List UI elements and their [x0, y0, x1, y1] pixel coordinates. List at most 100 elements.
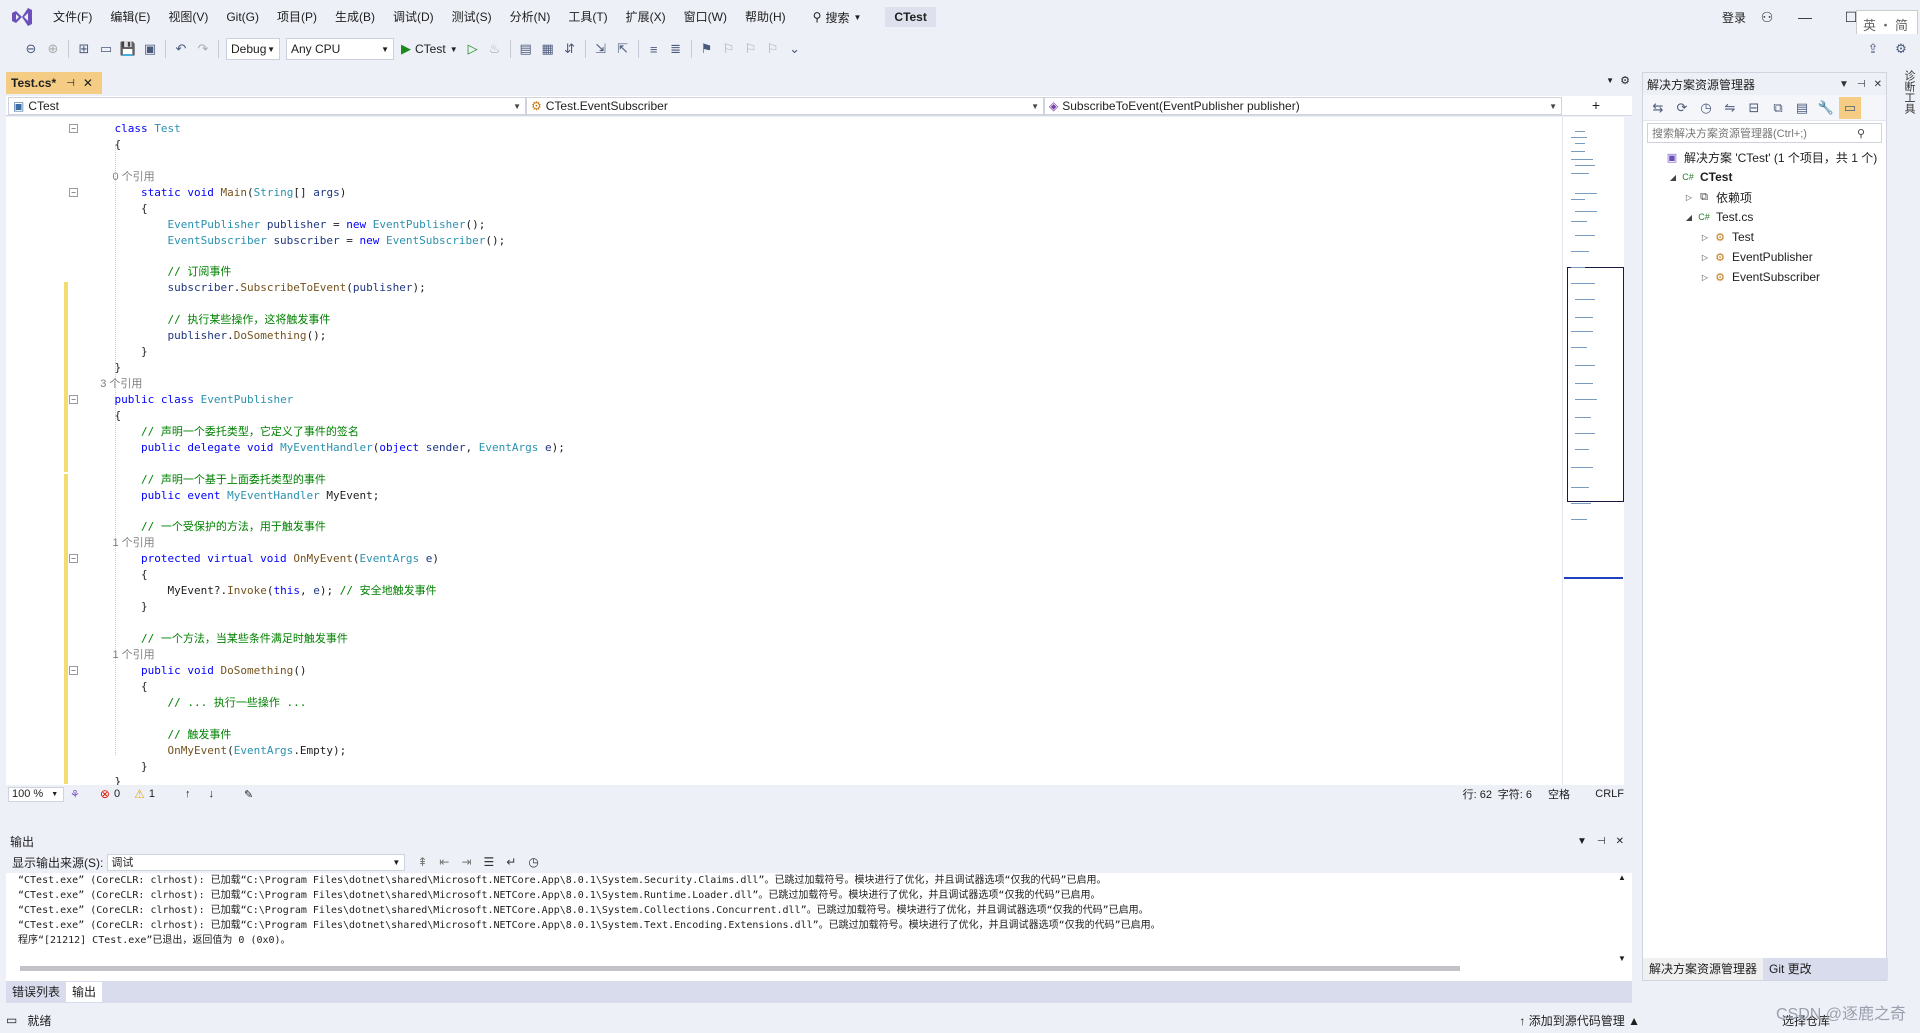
health-icon[interactable]: ⚘ — [70, 788, 80, 801]
notification-icon[interactable]: ▭ — [6, 1013, 17, 1027]
menu-extensions[interactable]: 扩展(X) — [617, 0, 675, 34]
scroll-down-icon[interactable]: ▼ — [1618, 954, 1626, 963]
output-source-select[interactable]: 调试 ▼ — [107, 853, 406, 871]
collapse-all-icon[interactable]: ⊟ — [1743, 97, 1765, 119]
open-file-icon[interactable]: ▭ — [95, 38, 117, 60]
tree-item[interactable]: ▷ ⚙ EventSubscriber — [1643, 267, 1886, 287]
start-debugging-button[interactable]: ▶ CTest ▼ — [397, 41, 462, 57]
close-icon[interactable]: ✕ — [83, 76, 93, 90]
menu-file[interactable]: 文件(F) — [44, 0, 101, 34]
menu-build[interactable]: 生成(B) — [326, 0, 384, 34]
collapse-icon[interactable]: ◢ — [1683, 213, 1695, 222]
login-link[interactable]: 登录 — [1722, 9, 1746, 26]
navigate-forward-icon[interactable]: ⊕ — [42, 38, 64, 60]
step-icon[interactable]: ⇲ — [590, 38, 612, 60]
next-message-icon[interactable]: ⇥ — [461, 855, 471, 869]
tab-solution-explorer[interactable]: 解决方案资源管理器 — [1643, 958, 1764, 980]
hot-reload-icon[interactable]: ♨ — [484, 38, 506, 60]
scrollbar-thumb[interactable] — [20, 966, 1460, 971]
save-icon[interactable]: 💾 — [117, 38, 139, 60]
collapse-region-icon[interactable]: − — [69, 187, 78, 197]
sync-icon[interactable]: ⟳ — [1671, 97, 1693, 119]
menu-analyze[interactable]: 分析(N) — [501, 0, 560, 34]
line-ending-indicator[interactable]: CRLF — [1595, 788, 1624, 800]
pending-changes-icon[interactable]: ⇋ — [1719, 97, 1741, 119]
expand-icon[interactable]: ▷ — [1699, 273, 1711, 282]
platform-select[interactable]: Any CPU ▼ — [286, 38, 394, 60]
properties-icon[interactable]: 🔧 — [1815, 97, 1837, 119]
collapse-icon[interactable]: ◢ — [1667, 173, 1679, 182]
error-count[interactable]: ⊗ 0 — [100, 787, 120, 801]
history-icon[interactable]: ◷ — [1695, 97, 1717, 119]
feedback-icon[interactable]: ⚙ — [1890, 38, 1912, 60]
previous-issue-icon[interactable]: ↑ — [185, 788, 191, 800]
member-dropdown[interactable]: ◈ SubscribeToEvent(EventPublisher publis… — [1044, 97, 1562, 115]
add-to-source-control-button[interactable]: ↑ 添加到源代码管理 ▲ — [1519, 1012, 1640, 1029]
account-icon[interactable]: ⚇ — [1752, 0, 1782, 34]
undo-icon[interactable]: ↶ — [170, 38, 192, 60]
layout-icon[interactable]: ▦ — [537, 38, 559, 60]
whitespace-indicator[interactable]: 空格 — [1548, 786, 1570, 802]
line-indicator[interactable]: 行: 62 — [1463, 786, 1492, 802]
warning-count[interactable]: ⚠ 1 — [134, 787, 155, 801]
settings-gear-icon[interactable]: ⚙ — [1620, 74, 1630, 87]
output-vertical-scrollbar[interactable]: ▲ ▼ — [1618, 873, 1630, 963]
tab-error-list[interactable]: 错误列表 — [6, 982, 66, 1002]
switch-views-icon[interactable]: ⇆ — [1647, 97, 1669, 119]
redo-icon[interactable]: ↷ — [192, 38, 214, 60]
bookmark-icon[interactable]: ⚑ — [696, 38, 718, 60]
tab-output[interactable]: 输出 — [66, 982, 103, 1002]
expand-icon[interactable]: ▷ — [1699, 253, 1711, 262]
filter-icon[interactable]: ▤ — [1791, 97, 1813, 119]
reference-count[interactable]: 1 个引用 — [88, 537, 154, 549]
start-without-debugging-icon[interactable]: ▷ — [462, 38, 484, 60]
tree-item[interactable]: ◢ C# Test.cs — [1643, 207, 1886, 227]
browse-folder-icon[interactable]: ▤ — [515, 38, 537, 60]
menu-help[interactable]: 帮助(H) — [736, 0, 795, 34]
solution-search-input[interactable]: 搜索解决方案资源管理器(Ctrl+;) ⚲ — [1647, 123, 1882, 143]
visual-studio-logo-icon[interactable] — [0, 0, 44, 34]
save-all-icon[interactable]: ▣ — [139, 38, 161, 60]
menu-view[interactable]: 视图(V) — [159, 0, 217, 34]
uncomment-icon[interactable]: ≣ — [665, 38, 687, 60]
menu-test[interactable]: 测试(S) — [443, 0, 501, 34]
zoom-select[interactable]: 100 % ▼ — [8, 786, 64, 802]
toggle-icon[interactable]: ⇵ — [559, 38, 581, 60]
pin-icon[interactable]: ⊣ — [66, 78, 75, 89]
clear-all-icon[interactable]: ☰ — [484, 855, 495, 869]
toolbar-overflow-icon[interactable]: ⌄ — [784, 38, 806, 60]
word-wrap-icon[interactable]: ↵ — [506, 855, 516, 869]
minimize-button[interactable]: — — [1782, 0, 1828, 34]
collapse-region-icon[interactable]: − — [69, 394, 78, 404]
code-cleanup-icon[interactable]: ✎ — [244, 788, 253, 801]
live-share-icon[interactable]: ⇪ — [1862, 38, 1884, 60]
collapse-region-icon[interactable]: − — [69, 124, 78, 133]
chevron-down-icon[interactable]: ▼ — [1839, 79, 1849, 90]
new-project-icon[interactable]: ⊞ — [73, 38, 95, 60]
tree-item[interactable]: ▷ ⚙ EventPublisher — [1643, 247, 1886, 267]
reference-count[interactable]: 1 个引用 — [88, 649, 154, 661]
document-tab-test-cs[interactable]: Test.cs* ⊣ ✕ — [6, 72, 102, 94]
pin-icon[interactable]: ⊣ — [1597, 836, 1606, 847]
next-issue-icon[interactable]: ↓ — [208, 788, 214, 800]
prev-bookmark-icon[interactable]: ⚐ — [718, 38, 740, 60]
diagnostic-tools-tab[interactable]: 诊断工具 — [1893, 70, 1917, 130]
reference-count[interactable]: 3 个引用 — [88, 378, 142, 390]
chevron-down-icon[interactable]: ▼ — [1577, 836, 1587, 847]
configuration-select[interactable]: Debug ▼ — [226, 38, 280, 60]
clear-bookmarks-icon[interactable]: ⚐ — [762, 38, 784, 60]
column-indicator[interactable]: 字符: 6 — [1498, 786, 1532, 802]
collapse-region-icon[interactable]: − — [69, 665, 78, 675]
project-dropdown[interactable]: ▣ CTest ▼ — [8, 97, 526, 115]
step-over-icon[interactable]: ⇱ — [612, 38, 634, 60]
output-horizontal-scrollbar[interactable] — [10, 963, 1606, 973]
type-dropdown[interactable]: ⚙ CTest.EventSubscriber ▼ — [526, 97, 1044, 115]
close-icon[interactable]: ✕ — [1616, 836, 1624, 847]
tree-item[interactable]: ▷ ⧉ 依赖项 — [1643, 187, 1886, 207]
preview-icon[interactable]: ▭ — [1839, 96, 1861, 119]
menu-debug[interactable]: 调试(D) — [384, 0, 443, 34]
output-text[interactable]: “CTest.exe” (CoreCLR: clrhost): 已加载“C:\P… — [6, 873, 1616, 949]
menu-tools[interactable]: 工具(T) — [559, 0, 616, 34]
pin-icon[interactable]: ⊣ — [1857, 79, 1866, 90]
menu-edit[interactable]: 编辑(E) — [101, 0, 159, 34]
